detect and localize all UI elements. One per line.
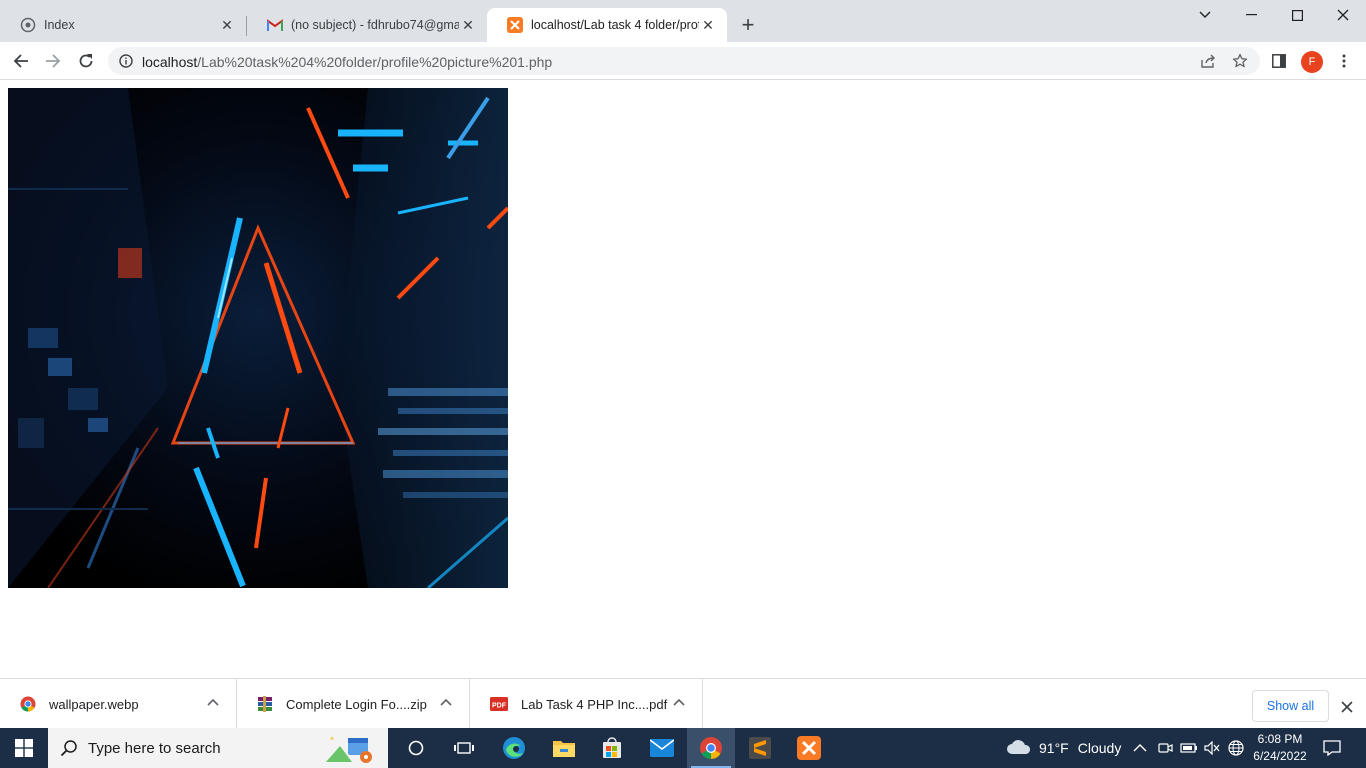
chevron-up-icon[interactable]	[206, 696, 220, 710]
tab-index[interactable]: Index ✕	[0, 8, 246, 42]
pdf-badge-text: PDF	[492, 703, 507, 710]
search-highlight-icon	[326, 732, 376, 767]
language-globe-icon[interactable]	[1228, 728, 1244, 768]
chrome-icon	[20, 696, 36, 712]
tab-title: Index	[44, 18, 75, 32]
close-tab-icon[interactable]: ✕	[218, 16, 236, 34]
weather-temperature: 91°F	[1039, 740, 1069, 756]
winrar-icon	[257, 696, 273, 712]
microsoft-store-icon[interactable]	[588, 728, 636, 768]
windows-start-icon[interactable]	[0, 728, 48, 768]
show-all-button[interactable]: Show all	[1252, 690, 1329, 722]
sublime-text-icon[interactable]	[736, 728, 784, 768]
download-bar: wallpaper.webp Complete Login Fo....zip …	[0, 678, 1366, 729]
download-item[interactable]: Complete Login Fo....zip	[237, 679, 470, 729]
chevron-up-icon[interactable]	[439, 696, 453, 710]
system-clock[interactable]: 6:08 PM 6/24/2022	[1250, 731, 1310, 765]
index-icon	[20, 17, 36, 33]
profile-avatar[interactable]: F	[1301, 51, 1323, 73]
clock-date: 6/24/2022	[1253, 749, 1307, 763]
download-filename: Lab Task 4 PHP Inc....pdf	[521, 696, 668, 712]
download-filename: Complete Login Fo....zip	[286, 696, 427, 712]
battery-icon[interactable]	[1180, 728, 1198, 768]
xampp-taskbar-icon[interactable]	[785, 728, 833, 768]
url-path: /Lab%20task%204%20folder/profile%20pictu…	[197, 54, 553, 70]
mail-icon[interactable]	[638, 728, 686, 768]
taskbar-search-input[interactable]: Type here to search	[48, 728, 388, 768]
chevron-up-icon[interactable]	[672, 696, 686, 710]
edge-icon[interactable]	[490, 728, 538, 768]
tab-localhost[interactable]: localhost/Lab task 4 folder/profile ✕	[487, 8, 727, 42]
browser-toolbar: localhost/Lab%20task%204%20folder/profil…	[0, 42, 1366, 80]
maximize-button[interactable]	[1274, 0, 1320, 30]
share-icon[interactable]	[1196, 49, 1220, 73]
page-content	[0, 80, 1366, 678]
clock-time: 6:08 PM	[1257, 732, 1303, 746]
url-text: localhost/Lab%20task%204%20folder/profil…	[142, 54, 552, 70]
download-filename: wallpaper.webp	[49, 696, 139, 712]
show-hidden-icons-chevron-icon[interactable]	[1133, 728, 1147, 768]
tab-title: localhost/Lab task 4 folder/profile	[531, 18, 699, 32]
reload-button[interactable]	[74, 49, 98, 73]
new-tab-button[interactable]: +	[736, 14, 760, 38]
close-window-button[interactable]	[1320, 0, 1366, 30]
tab-strip: Index ✕ (no subject) - fdhrubo74@gmail.c…	[0, 0, 1366, 42]
close-tab-icon[interactable]: ✕	[699, 16, 717, 34]
close-icon[interactable]	[1338, 698, 1356, 716]
file-explorer-icon[interactable]	[540, 728, 588, 768]
minimize-button[interactable]	[1228, 0, 1274, 30]
weather-condition: Cloudy	[1077, 740, 1122, 756]
chrome-taskbar-icon[interactable]	[687, 728, 735, 768]
back-button[interactable]	[9, 49, 33, 73]
info-icon[interactable]	[119, 54, 133, 68]
cortana-icon[interactable]	[392, 728, 440, 768]
task-view-icon[interactable]	[440, 728, 488, 768]
tab-search-icon[interactable]	[1182, 0, 1228, 30]
windows-taskbar: Type here to search 91°F Cloudy 6:08 PM …	[0, 728, 1366, 768]
search-icon	[60, 739, 78, 760]
close-tab-icon[interactable]: ✕	[459, 16, 477, 34]
forward-button[interactable]	[41, 49, 65, 73]
gmail-icon	[267, 17, 283, 33]
address-bar[interactable]: localhost/Lab%20task%204%20folder/profil…	[108, 47, 1260, 75]
notification-center-icon[interactable]	[1323, 728, 1341, 768]
download-item[interactable]: wallpaper.webp	[0, 679, 237, 729]
cloud-icon	[1006, 739, 1032, 758]
bookmark-star-icon[interactable]	[1228, 49, 1252, 73]
weather-widget[interactable]: 91°F Cloudy	[1006, 728, 1121, 768]
url-host: localhost	[142, 54, 198, 70]
neon-tunnel-image	[8, 88, 508, 588]
pdf-icon: PDF	[490, 696, 508, 712]
tab-gmail[interactable]: (no subject) - fdhrubo74@gmail.c ✕	[247, 8, 487, 42]
side-panel-icon[interactable]	[1267, 49, 1291, 73]
meet-now-icon[interactable]	[1157, 728, 1173, 768]
search-placeholder: Type here to search	[88, 739, 221, 757]
volume-muted-icon[interactable]	[1204, 728, 1220, 768]
menu-icon[interactable]	[1332, 49, 1356, 73]
xampp-icon	[507, 17, 523, 33]
download-item[interactable]: PDF Lab Task 4 PHP Inc....pdf	[470, 679, 703, 729]
tab-title: (no subject) - fdhrubo74@gmail.c	[291, 18, 459, 32]
